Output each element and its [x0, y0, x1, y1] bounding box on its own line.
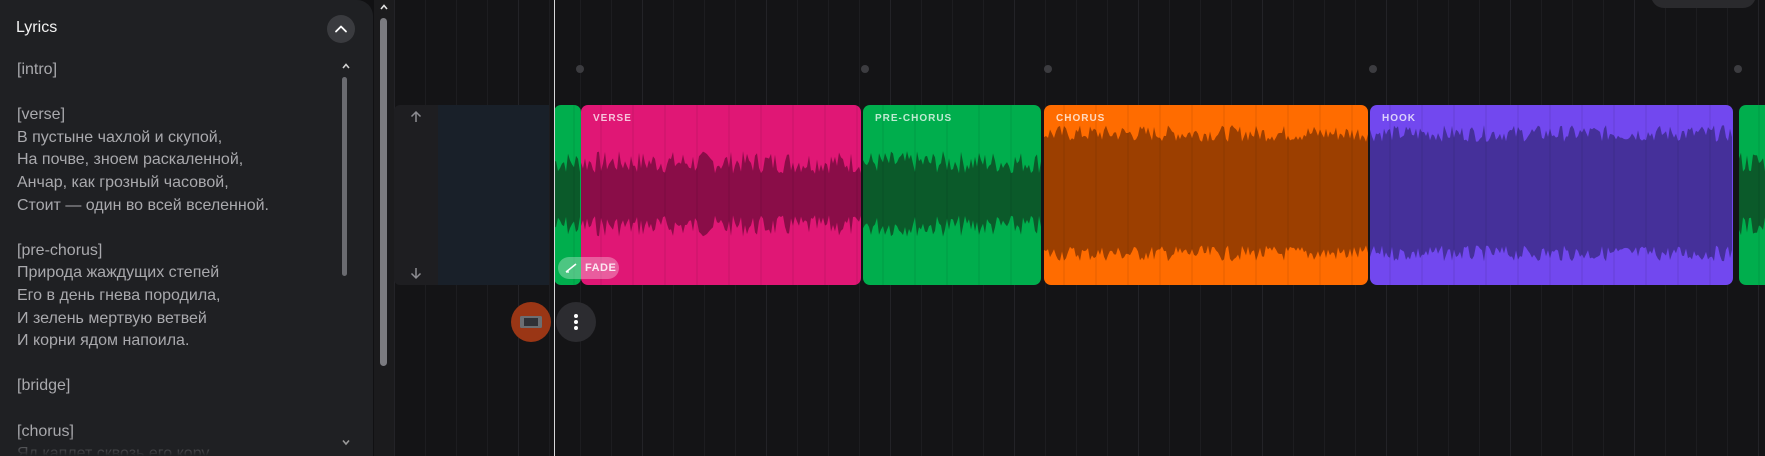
collapse-lyrics-button[interactable]	[327, 15, 355, 43]
more-vertical-icon	[574, 314, 578, 330]
clip-pre-chorus[interactable]: PRE-CHORUS	[863, 105, 1041, 285]
section-marker[interactable]	[576, 65, 584, 73]
fade-badge[interactable]: FADE	[558, 257, 619, 279]
clip-label: PRE-CHORUS	[875, 113, 953, 124]
lyrics-scrollbar-thumb[interactable]	[342, 77, 347, 276]
waveform-shape	[554, 153, 580, 235]
section-marker[interactable]	[1044, 65, 1052, 73]
clip-hook[interactable]: HOOK	[1370, 105, 1733, 285]
lyrics-fade-overlay	[0, 434, 340, 456]
waveform	[1044, 105, 1368, 285]
page-scroll-up-icon[interactable]	[378, 2, 390, 12]
playhead[interactable]	[554, 0, 555, 456]
lyrics-panel: Lyrics [intro] [verse] В пустыне чахлой …	[0, 0, 373, 456]
more-options-button[interactable]	[556, 302, 596, 342]
lyrics-text[interactable]: [intro] [verse] В пустыне чахлой и скупо…	[17, 59, 337, 456]
timeline-top-pill[interactable]	[1651, 0, 1756, 8]
clip-label: HOOK	[1382, 113, 1416, 124]
waveform	[863, 105, 1041, 285]
page-scrollbar-thumb[interactable]	[380, 18, 387, 366]
clip-next[interactable]	[1739, 105, 1765, 285]
section-marker[interactable]	[1734, 65, 1742, 73]
cover-art-icon	[520, 316, 542, 328]
arrow-down-icon[interactable]	[406, 263, 426, 283]
waveform	[1370, 105, 1732, 285]
lyrics-scroll-down-icon[interactable]	[340, 437, 352, 447]
track-controls	[394, 105, 438, 285]
arrow-up-icon[interactable]	[406, 107, 426, 127]
fade-label: FADE	[585, 262, 617, 274]
timeline[interactable]: VERSE PRE-CHORUS CHORUS HOOK	[394, 0, 1765, 456]
lyrics-panel-title: Lyrics	[16, 19, 58, 36]
waveform-shape	[863, 151, 1041, 237]
fade-curve-icon	[565, 263, 577, 273]
clip-chorus[interactable]: CHORUS	[1044, 105, 1368, 285]
waveform-shape	[581, 151, 861, 237]
section-marker[interactable]	[1369, 65, 1377, 73]
grid-line	[549, 0, 550, 456]
cover-art-button[interactable]	[511, 302, 551, 342]
clip-label: CHORUS	[1056, 113, 1106, 124]
empty-lane	[438, 105, 549, 285]
clip-verse[interactable]: VERSE	[581, 105, 861, 285]
lyrics-scroll-up-icon[interactable]	[340, 61, 352, 71]
waveform	[581, 105, 861, 285]
clip-label: VERSE	[593, 113, 632, 124]
waveform-shape	[1739, 152, 1765, 236]
chevron-up-icon	[335, 25, 347, 33]
waveform	[1739, 105, 1765, 285]
section-marker[interactable]	[861, 65, 869, 73]
waveform-shape	[1044, 125, 1368, 262]
